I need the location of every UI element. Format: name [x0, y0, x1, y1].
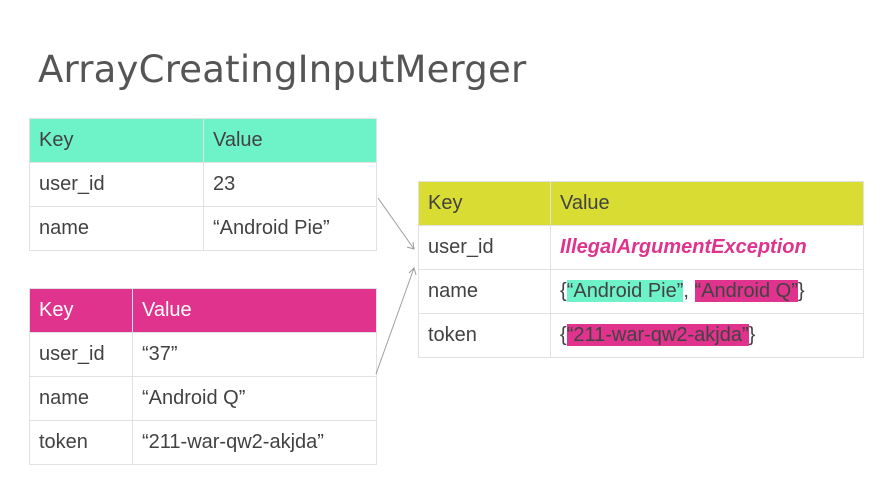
- arrow-input2-to-output: [375, 267, 415, 375]
- arrow-input1-to-output: [377, 197, 415, 250]
- connector-arrows: [375, 197, 417, 375]
